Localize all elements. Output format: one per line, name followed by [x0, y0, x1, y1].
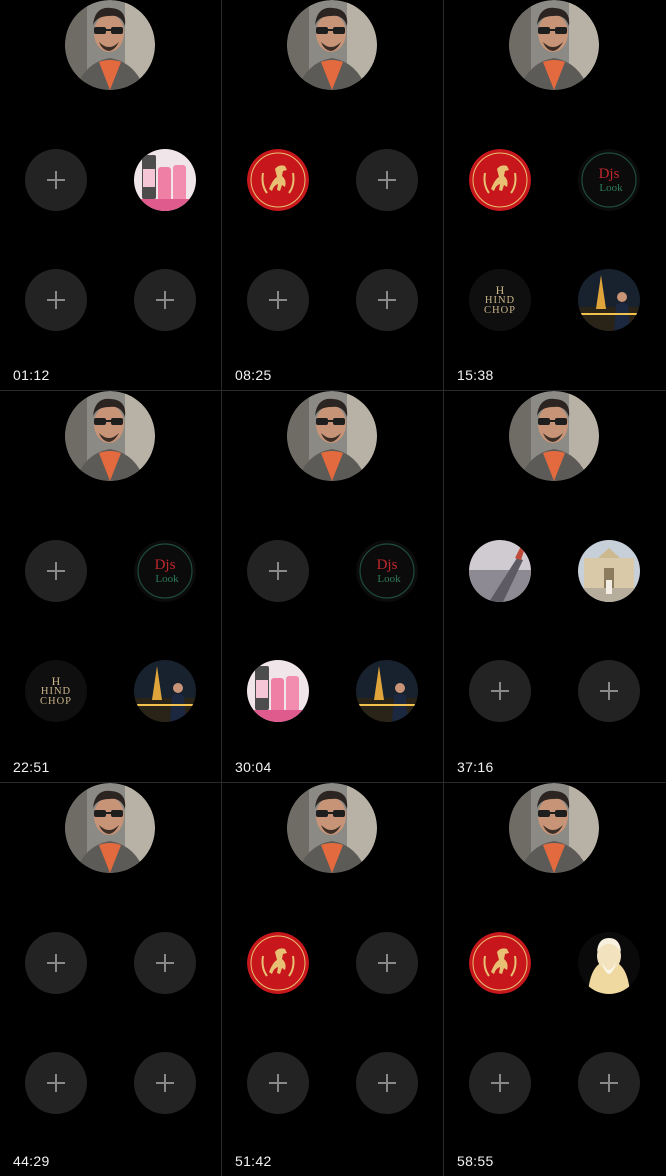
palace-photo-thumbnail[interactable]	[578, 540, 640, 602]
add-story-button[interactable]	[356, 1052, 418, 1114]
story-cell[interactable]: 01:12	[0, 0, 221, 390]
profile-avatar[interactable]	[65, 0, 155, 90]
djs-logo-line2: Look	[377, 573, 401, 585]
plus-icon	[600, 682, 618, 700]
timestamp-label: 15:38	[457, 367, 494, 383]
djs-logo-line2: Look	[155, 573, 179, 585]
story-cell[interactable]: 58:55	[444, 783, 666, 1176]
djs-logo-line1: Djs	[599, 166, 620, 182]
timestamp-label: 37:16	[457, 759, 494, 775]
plus-icon	[47, 562, 65, 580]
add-story-button[interactable]	[25, 932, 87, 994]
profile-avatar[interactable]	[509, 0, 599, 90]
elder-portrait-thumbnail[interactable]	[578, 932, 640, 994]
horse-logo-thumbnail[interactable]	[247, 149, 309, 211]
beauty-products-thumbnail[interactable]	[247, 660, 309, 722]
add-story-button[interactable]	[25, 269, 87, 331]
plus-icon	[269, 562, 287, 580]
timestamp-label: 30:04	[235, 759, 272, 775]
profile-avatar[interactable]	[287, 783, 377, 873]
story-grid: 01:12 08:25 Djs Look H HIND CHOP 15:38 D…	[0, 0, 666, 1176]
add-story-button[interactable]	[247, 269, 309, 331]
timestamp-label: 44:29	[13, 1153, 50, 1169]
hind-logo-mark: H	[51, 673, 61, 688]
plus-icon	[491, 682, 509, 700]
plus-icon	[156, 1074, 174, 1092]
profile-avatar[interactable]	[287, 391, 377, 481]
djs-logo-line1: Djs	[377, 557, 398, 573]
plus-icon	[47, 291, 65, 309]
djs-logo-line1: Djs	[155, 557, 176, 573]
plus-icon	[378, 171, 396, 189]
story-cell[interactable]: Djs Look 30:04	[222, 391, 443, 782]
add-story-button[interactable]	[469, 1052, 531, 1114]
add-story-button[interactable]	[25, 149, 87, 211]
djs-look-logo-thumbnail[interactable]: Djs Look	[578, 149, 640, 211]
plus-icon	[156, 291, 174, 309]
timestamp-label: 51:42	[235, 1153, 272, 1169]
profile-avatar[interactable]	[65, 783, 155, 873]
horse-logo-thumbnail[interactable]	[469, 149, 531, 211]
add-story-button[interactable]	[25, 1052, 87, 1114]
plus-icon	[378, 954, 396, 972]
plus-icon	[156, 954, 174, 972]
add-story-button[interactable]	[134, 269, 196, 331]
story-cell[interactable]: 51:42	[222, 783, 443, 1176]
profile-avatar[interactable]	[287, 0, 377, 90]
story-cell[interactable]: Djs Look H HIND CHOP 15:38	[444, 0, 666, 390]
airplane-wing-photo-thumbnail[interactable]	[469, 540, 531, 602]
timestamp-label: 08:25	[235, 367, 272, 383]
story-cell[interactable]: 08:25	[222, 0, 443, 390]
plus-icon	[47, 171, 65, 189]
hind-chop-logo-thumbnail[interactable]: H HIND CHOP	[469, 269, 531, 331]
hind-logo-mark: H	[495, 282, 505, 297]
add-story-button[interactable]	[578, 660, 640, 722]
plus-icon	[600, 1074, 618, 1092]
add-story-button[interactable]	[356, 269, 418, 331]
add-story-button[interactable]	[247, 540, 309, 602]
add-story-button[interactable]	[578, 1052, 640, 1114]
add-story-button[interactable]	[25, 540, 87, 602]
eiffel-photo-thumbnail[interactable]	[356, 660, 418, 722]
plus-icon	[378, 1074, 396, 1092]
beauty-products-thumbnail[interactable]	[134, 149, 196, 211]
timestamp-label: 22:51	[13, 759, 50, 775]
hind-logo-line2: CHOP	[483, 305, 516, 316]
eiffel-photo-thumbnail[interactable]	[134, 660, 196, 722]
add-story-button[interactable]	[134, 1052, 196, 1114]
djs-look-logo-thumbnail[interactable]: Djs Look	[356, 540, 418, 602]
add-story-button[interactable]	[356, 932, 418, 994]
hind-chop-logo-thumbnail[interactable]: H HIND CHOP	[25, 660, 87, 722]
profile-avatar[interactable]	[509, 783, 599, 873]
plus-icon	[47, 1074, 65, 1092]
story-cell[interactable]: 37:16	[444, 391, 666, 782]
add-story-button[interactable]	[134, 932, 196, 994]
timestamp-label: 01:12	[13, 367, 50, 383]
djs-look-logo-thumbnail[interactable]: Djs Look	[134, 540, 196, 602]
add-story-button[interactable]	[356, 149, 418, 211]
plus-icon	[47, 954, 65, 972]
hind-logo-line2: CHOP	[39, 696, 72, 707]
story-cell[interactable]: Djs Look H HIND CHOP 22:51	[0, 391, 221, 782]
plus-icon	[269, 291, 287, 309]
timestamp-label: 58:55	[457, 1153, 494, 1169]
add-story-button[interactable]	[247, 1052, 309, 1114]
plus-icon	[491, 1074, 509, 1092]
djs-logo-line2: Look	[599, 182, 623, 194]
horse-logo-thumbnail[interactable]	[469, 932, 531, 994]
profile-avatar[interactable]	[509, 391, 599, 481]
plus-icon	[378, 291, 396, 309]
profile-avatar[interactable]	[65, 391, 155, 481]
horse-logo-thumbnail[interactable]	[247, 932, 309, 994]
plus-icon	[269, 1074, 287, 1092]
eiffel-photo-thumbnail[interactable]	[578, 269, 640, 331]
story-cell[interactable]: 44:29	[0, 783, 221, 1176]
add-story-button[interactable]	[469, 660, 531, 722]
